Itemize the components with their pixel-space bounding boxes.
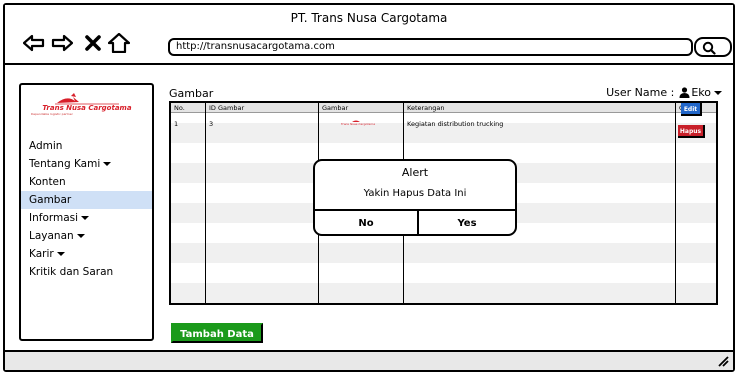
url-bar[interactable]: http://transnusacargotama.com [168,38,693,56]
thumbnail-caption: Trans Nusa Cargotama [340,122,376,126]
user-label: User Name : [606,86,675,99]
search-button[interactable] [694,37,732,57]
sidebar-menu: Admin Tentang Kami Konten Gambar Informa… [21,137,152,281]
delete-button[interactable]: Hapus [678,125,705,138]
logo-tagline: Dependable logistic partner [31,112,73,116]
edit-button[interactable]: Edit [681,103,702,116]
resize-grip-icon[interactable] [717,355,729,367]
sidebar-item-label: Kritik dan Saran [29,266,114,278]
browser-window: PT. Trans Nusa Cargotama http://transnus… [3,3,735,372]
caret-down-icon [56,252,65,256]
sidebar-item-label: Informasi [29,212,79,224]
user-icon [679,87,690,98]
forward-icon [51,34,73,52]
column-header-keterangan: Keterangan [407,104,445,112]
dialog-button-row: No Yes [315,209,515,236]
logo-name: Trans Nusa Cargotama [42,104,132,112]
user-name: Eko [691,86,711,99]
caret-down-icon [76,234,85,238]
main-content: Gambar User Name : Eko No. ID Gambar Gam… [165,83,730,344]
sidebar: Trans Nusa Cargotama Dependable logistic… [19,83,154,341]
sidebar-item-label: Konten [29,176,66,188]
dialog-message: Yakin Hapus Data Ini [363,188,467,199]
column-divider [205,103,206,303]
sidebar-item-tentang-kami[interactable]: Tentang Kami [21,155,152,173]
sidebar-item-label: Tentang Kami [29,158,101,170]
cell-no: 1 [174,120,179,128]
home-icon [108,33,130,53]
sidebar-item-admin[interactable]: Admin [21,137,152,155]
column-divider [675,103,676,303]
browser-toolbar: PT. Trans Nusa Cargotama http://transnus… [5,5,733,65]
column-header-no: No. [174,104,185,112]
caret-down-icon [81,216,90,220]
cell-id-gambar: 3 [209,120,214,128]
no-button[interactable]: No [315,211,417,236]
column-header-gambar: Gambar [322,104,349,112]
back-button[interactable] [23,32,45,54]
sidebar-item-konten[interactable]: Konten [21,173,152,191]
sidebar-item-label: Layanan [29,230,74,242]
page-title: Gambar [169,87,214,100]
sidebar-item-informasi[interactable]: Informasi [21,209,152,227]
caret-down-icon [103,162,112,166]
search-icon [702,41,716,55]
table-stripe [171,283,716,303]
cell-keterangan: Kegiatan distribution trucking [407,120,504,128]
sidebar-item-label: Gambar [29,194,72,206]
table-header: No. ID Gambar Gambar Keterangan Opsi [171,103,716,113]
window-title: PT. Trans Nusa Cargotama [290,11,448,25]
sidebar-item-label: Admin [29,140,63,152]
stop-button[interactable] [82,32,104,54]
sidebar-item-kritik-dan-saran[interactable]: Kritik dan Saran [21,263,152,281]
sidebar-item-layanan[interactable]: Layanan [21,227,152,245]
company-logo: Trans Nusa Cargotama Dependable logistic… [27,93,147,117]
back-icon [23,34,45,52]
status-bar [5,350,733,370]
yes-button[interactable]: Yes [419,211,515,236]
sidebar-item-gambar[interactable]: Gambar [21,191,152,209]
home-button[interactable] [108,32,130,54]
sidebar-item-karir[interactable]: Karir [21,245,152,263]
forward-button[interactable] [51,32,73,54]
delete-confirm-dialog: Alert Yakin Hapus Data Ini No Yes [313,159,517,236]
sidebar-item-label: Karir [29,248,54,260]
dialog-title: Alert [401,166,429,179]
image-thumbnail: Trans Nusa Cargotama [336,119,380,128]
add-data-button[interactable]: Tambah Data [171,323,263,343]
column-header-id-gambar: ID Gambar [209,104,245,112]
user-menu[interactable]: User Name : Eko [606,86,722,99]
caret-down-icon [714,90,722,95]
close-icon [85,35,101,51]
table-stripe [171,243,716,263]
